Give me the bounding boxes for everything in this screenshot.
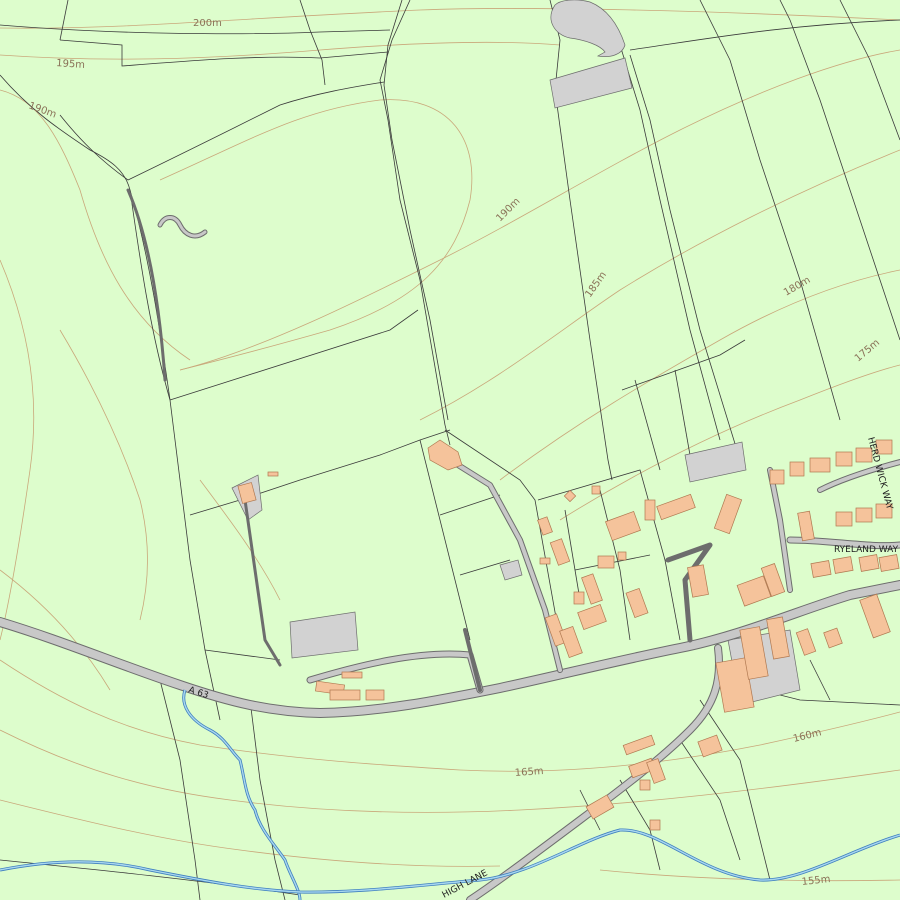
yard-field [289,611,359,659]
yard-north [549,57,633,109]
contour-label-200: 200m [193,18,222,29]
grey-areas [231,0,801,706]
road-label-a63: A 63 [187,685,210,701]
contour-label-180: 180m [782,275,812,299]
quarry-area [550,0,626,57]
streams [0,689,900,900]
roads [0,188,900,900]
small-yard [499,559,523,581]
contour-label-165: 165m [514,766,544,779]
map-canvas[interactable]: 200m 195m 190m 190m 185m 180m 175m 165m … [0,0,900,900]
contour-label-190-west: 190m [27,100,58,120]
contour-label-195: 195m [56,58,86,71]
yard-east [684,441,747,483]
contour-label-185: 185m [583,270,609,300]
contour-label-155: 155m [801,874,831,888]
road-label-ryeland-way: RYELAND WAY [834,545,899,555]
contour-label-175: 175m [853,337,882,364]
contour-label-190-east: 190m [494,196,522,224]
contour-label-160: 160m [792,727,823,745]
stream-west [182,689,302,900]
farmhouse [427,439,463,471]
